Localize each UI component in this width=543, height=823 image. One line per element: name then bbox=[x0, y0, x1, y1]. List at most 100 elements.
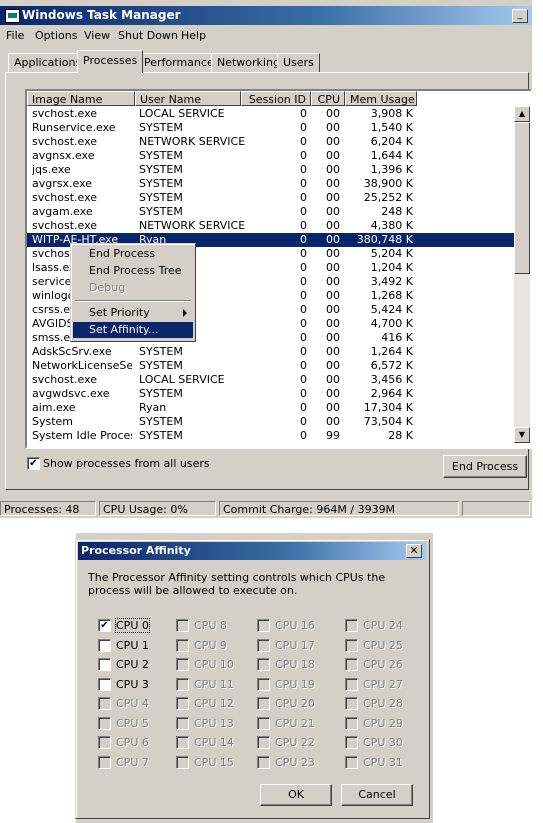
cpu-checkbox[interactable] bbox=[98, 658, 111, 671]
menu-set-priority[interactable]: Set Priority bbox=[73, 305, 193, 321]
process-row[interactable]: Runservice.exe SYSTEM 0 00 1,540 K bbox=[27, 121, 517, 135]
status-bar: Processes: 48 CPU Usage: 0% Commit Charg… bbox=[0, 500, 532, 517]
process-row[interactable]: NetworkLicenseSe...SYSTEM0006,572 K bbox=[27, 359, 517, 373]
process-row[interactable]: AdskScSrv.exe SYSTEM 0 00 1,264 K bbox=[27, 345, 517, 359]
cpu-label: CPU 28 bbox=[363, 697, 403, 710]
cell-cpu: 00 bbox=[326, 135, 340, 148]
process-row[interactable]: jqs.exe SYSTEM 0 00 1,396 K bbox=[27, 163, 517, 177]
task-manager-icon bbox=[5, 9, 20, 23]
cell-cpu: 00 bbox=[326, 149, 340, 162]
scroll-down-arrow-icon[interactable]: ▼ bbox=[514, 427, 530, 443]
menu-end-process-tree[interactable]: End Process Tree bbox=[73, 263, 193, 279]
cell-user-name: SYSTEM bbox=[139, 345, 183, 358]
process-row[interactable]: System SYSTEM 0 00 73,504 K bbox=[27, 415, 517, 429]
ok-button[interactable]: OK bbox=[260, 784, 332, 806]
vertical-scrollbar[interactable]: ▲ ▼ bbox=[514, 106, 530, 443]
cell-cpu: 00 bbox=[326, 205, 340, 218]
menu-file[interactable]: File bbox=[6, 29, 24, 42]
cpu-checkbox[interactable] bbox=[98, 677, 111, 691]
end-process-button[interactable]: End Process bbox=[443, 455, 527, 478]
column-image-name[interactable]: Image Name bbox=[27, 91, 135, 106]
cell-image-name: svchost.exe bbox=[32, 373, 98, 386]
cancel-button[interactable]: Cancel bbox=[341, 784, 413, 806]
process-row[interactable]: avgrsx.exe SYSTEM 0 00 38,900 K bbox=[27, 177, 517, 191]
show-all-users-checkbox[interactable]: ✔ bbox=[27, 457, 40, 470]
scroll-thumb[interactable] bbox=[514, 122, 530, 274]
title-bar[interactable]: Windows Task Manager _ bbox=[0, 6, 532, 25]
menu-help[interactable]: Help bbox=[181, 29, 206, 42]
cell-user-name: SYSTEM bbox=[139, 177, 183, 190]
tab-networking[interactable]: Networking bbox=[211, 53, 286, 73]
tab-applications[interactable]: Applications bbox=[8, 53, 88, 73]
cpu-checkbox bbox=[98, 755, 111, 769]
close-icon[interactable]: ✕ bbox=[406, 544, 422, 558]
cell-cpu: 00 bbox=[326, 261, 340, 274]
cpu-label: CPU 23 bbox=[275, 755, 315, 769]
minimize-button[interactable]: _ bbox=[512, 9, 528, 23]
column-mem-usage[interactable]: Mem Usage bbox=[345, 91, 417, 106]
menu-end-process[interactable]: End Process bbox=[73, 246, 193, 262]
cell-cpu: 00 bbox=[326, 121, 340, 134]
menu-options[interactable]: Options bbox=[35, 29, 77, 42]
cell-session-id: 0 bbox=[300, 247, 307, 260]
cpu-checkbox bbox=[345, 638, 358, 652]
menu-shut-down[interactable]: Shut Down bbox=[118, 29, 178, 42]
scroll-up-arrow-icon[interactable]: ▲ bbox=[514, 106, 530, 122]
column-session-id[interactable]: Session ID bbox=[241, 91, 311, 106]
cell-mem-usage: 4,380 K bbox=[370, 219, 413, 232]
column-cpu[interactable]: CPU bbox=[311, 91, 345, 106]
cpu-label: CPU 12 bbox=[194, 697, 234, 710]
process-row[interactable]: svchost.exe NETWORK SERVICE 0 00 4,380 K bbox=[27, 219, 517, 233]
menu-set-affinity[interactable]: Set Affinity... bbox=[73, 322, 193, 338]
cell-user-name: SYSTEM bbox=[139, 205, 183, 218]
cpu-checkbox bbox=[176, 736, 189, 749]
process-row[interactable]: svchost.exe LOCAL SERVICE 0 00 3,456 K bbox=[27, 373, 517, 387]
cell-cpu: 00 bbox=[326, 289, 340, 302]
cpu-checkbox bbox=[176, 677, 189, 691]
cell-session-id: 0 bbox=[300, 121, 307, 134]
cell-user-name: SYSTEM bbox=[139, 149, 183, 162]
cell-cpu: 00 bbox=[326, 219, 340, 232]
tab-processes[interactable]: Processes bbox=[77, 50, 144, 73]
cell-image-name: svchost.exe bbox=[32, 107, 98, 120]
cell-cpu: 00 bbox=[326, 275, 340, 288]
process-row[interactable]: avgwdsvc.exe SYSTEM 0 00 2,964 K bbox=[27, 387, 517, 401]
process-row[interactable]: svchost.exe SYSTEM 0 00 25,252 K bbox=[27, 191, 517, 205]
cell-image-name: System Idle Process bbox=[32, 429, 132, 442]
cell-mem-usage: 416 K bbox=[381, 331, 413, 344]
cpu-checkbox bbox=[98, 736, 111, 749]
tab-performance[interactable]: Performance bbox=[138, 53, 220, 73]
process-row[interactable]: avgam.exe SYSTEM 0 00 248 K bbox=[27, 205, 517, 219]
cell-image-name: AdskScSrv.exe bbox=[32, 345, 112, 358]
show-all-users-label[interactable]: Show processes from all users bbox=[43, 457, 210, 470]
menu-separator bbox=[75, 300, 191, 302]
cpu-label: CPU 0 bbox=[115, 618, 150, 633]
menu-view[interactable]: View bbox=[84, 29, 110, 42]
cell-mem-usage: 28 K bbox=[388, 429, 413, 442]
cell-cpu: 99 bbox=[326, 429, 340, 442]
column-user-name[interactable]: User Name bbox=[135, 91, 241, 106]
process-row[interactable]: svchost.exe NETWORK SERVICE 0 00 6,204 K bbox=[27, 135, 517, 149]
cell-user-name: LOCAL SERVICE bbox=[139, 107, 225, 120]
cell-session-id: 0 bbox=[300, 205, 307, 218]
cell-session-id: 0 bbox=[300, 289, 307, 302]
menu-bar: File Options View Shut Down Help bbox=[0, 27, 532, 45]
processor-affinity-dialog: Processor Affinity ✕ The Processor Affin… bbox=[75, 539, 430, 819]
cpu-checkbox[interactable] bbox=[98, 638, 111, 652]
tab-users[interactable]: Users bbox=[277, 53, 320, 73]
process-row[interactable]: avgnsx.exe SYSTEM 0 00 1,644 K bbox=[27, 149, 517, 163]
cell-session-id: 0 bbox=[300, 429, 307, 442]
cpu-checkbox[interactable]: ✔ bbox=[98, 619, 111, 632]
cell-session-id: 0 bbox=[300, 303, 307, 316]
cpu-checkbox bbox=[257, 755, 270, 769]
process-row[interactable]: svchost.exe LOCAL SERVICE 0 00 3,908 K bbox=[27, 107, 517, 121]
dialog-title-bar[interactable]: Processor Affinity ✕ bbox=[78, 542, 426, 560]
cpu-label: CPU 9 bbox=[194, 638, 227, 652]
cell-mem-usage: 1,396 K bbox=[370, 163, 413, 176]
process-row[interactable]: System Idle Process SYSTEM 0 99 28 K bbox=[27, 429, 517, 443]
process-row[interactable]: aim.exe Ryan 0 00 17,304 K bbox=[27, 401, 517, 415]
cpu-label: CPU 16 bbox=[275, 619, 315, 632]
cpu-label: CPU 17 bbox=[275, 638, 315, 652]
cell-session-id: 0 bbox=[300, 219, 307, 232]
cell-mem-usage: 6,572 K bbox=[370, 359, 413, 372]
